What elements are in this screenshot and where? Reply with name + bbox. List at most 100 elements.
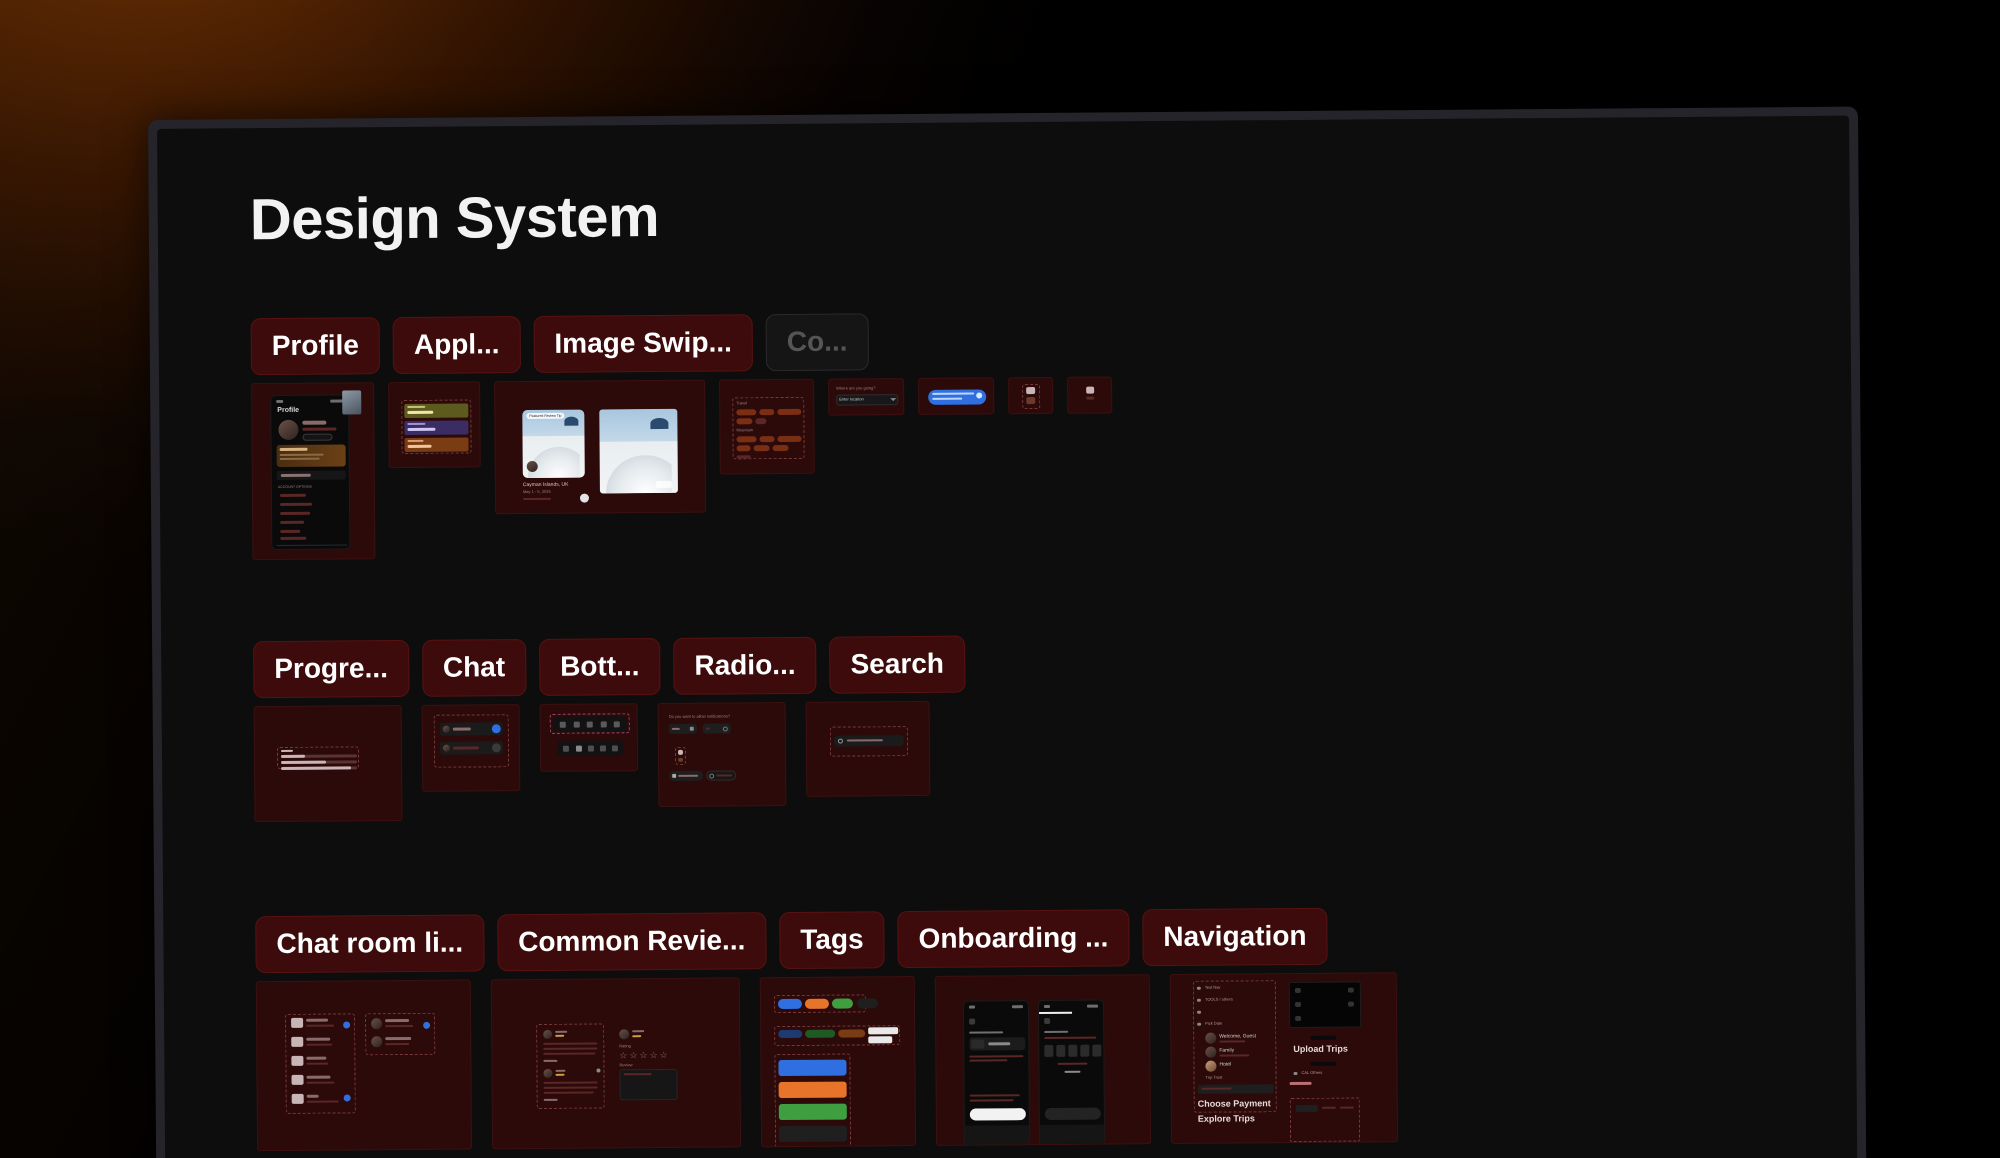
thumb-profile-screen[interactable]: Profile ACCOUNT OPTIONS — [251, 382, 376, 561]
chip-profile[interactable]: Profile — [250, 317, 381, 376]
chip-item[interactable] — [736, 418, 753, 425]
nav-icon[interactable] — [613, 721, 620, 728]
chip-item[interactable] — [777, 409, 802, 416]
button-primary[interactable] — [778, 1059, 847, 1077]
button-disabled — [778, 1125, 848, 1143]
chip-item[interactable] — [759, 436, 775, 443]
chip-item[interactable] — [759, 409, 775, 416]
thumb-review-cards[interactable]: Rating ☆☆☆☆☆ Review — [490, 977, 742, 1150]
phone-mock-profile: Profile ACCOUNT OPTIONS — [270, 394, 351, 551]
chip-common-review[interactable]: Common Revie... — [496, 912, 767, 972]
thumb-dropdown[interactable]: Where are you going? Enter location — [828, 378, 905, 417]
section-row-1: Profile Appl... Image Swip... Co... Prof… — [250, 311, 1114, 561]
keypad[interactable] — [1039, 1124, 1106, 1147]
back-icon[interactable] — [969, 1018, 976, 1025]
phone-mock-onboarding-1 — [962, 1000, 1031, 1147]
nav-item-label: Hotel — [1219, 1061, 1232, 1069]
nav-item-label: TOOLS / others — [1204, 996, 1233, 1003]
chip-search[interactable]: Search — [829, 635, 966, 695]
profile-avatar — [278, 420, 299, 441]
nav-icon[interactable] — [573, 722, 580, 729]
phone-mock-onboarding-2 — [1037, 999, 1106, 1147]
thumb-chat-rows[interactable] — [421, 704, 521, 793]
chip-label: Radio... — [694, 648, 796, 681]
chip-bottom-nav[interactable]: Bott... — [538, 637, 661, 697]
tag-chip-green[interactable] — [831, 998, 854, 1010]
chip-label: Tags — [800, 923, 864, 955]
chip-tags[interactable]: Tags — [779, 911, 885, 970]
star-rating[interactable]: ☆☆☆☆☆ — [619, 1050, 669, 1061]
chevron-down-icon[interactable] — [890, 398, 897, 402]
thumb-mini-a[interactable] — [1008, 377, 1054, 415]
thumb-radio-group[interactable]: Do you want to allow notifications? — [657, 702, 787, 808]
nav-icon[interactable] — [600, 721, 607, 728]
thumb-navigation[interactable]: Test Nav TOOLS / others Pick Date Welcom… — [1169, 972, 1399, 1145]
chip-item[interactable] — [736, 445, 751, 452]
chip-progress[interactable]: Progre... — [253, 639, 410, 699]
dropdown-label: Where are you going? — [836, 385, 876, 391]
otp-box[interactable] — [1080, 1045, 1090, 1058]
button-secondary[interactable] — [778, 1081, 847, 1099]
otp-box[interactable] — [1068, 1045, 1078, 1058]
thumb-bottom-nav[interactable] — [539, 703, 639, 773]
thumb-tags[interactable] — [759, 976, 917, 1148]
continue-button[interactable] — [969, 1108, 1026, 1121]
chip-label: Common Revie... — [518, 924, 746, 958]
rating-label: Rating — [619, 1043, 631, 1049]
nav-icon[interactable] — [575, 746, 582, 753]
chip-appl[interactable]: Appl... — [392, 316, 521, 375]
nav-icon[interactable] — [611, 745, 618, 752]
tag-chip-blue[interactable] — [777, 999, 803, 1010]
nav-icon[interactable] — [559, 722, 566, 729]
nav-tab[interactable] — [1295, 1105, 1318, 1113]
chip-chat[interactable]: Chat — [421, 639, 527, 698]
chip-image-swipe[interactable]: Image Swip... — [533, 314, 754, 374]
nav-item-label: Pick Date — [1205, 1020, 1223, 1027]
thumb-image-swipe[interactable]: Featured Review Tip Cayman Islands, UK M… — [494, 380, 707, 515]
otp-box[interactable] — [1044, 1045, 1054, 1058]
thumb-message-bubble[interactable] — [918, 377, 995, 416]
chip-chat-room-list[interactable]: Chat room li... — [255, 914, 485, 974]
nav-icon[interactable] — [599, 745, 606, 752]
verify-button[interactable] — [1044, 1107, 1101, 1121]
thumb-mini-b[interactable] — [1067, 376, 1113, 415]
tag-chip[interactable] — [805, 1030, 836, 1039]
country-code[interactable] — [971, 1039, 985, 1049]
nav-icon[interactable] — [562, 746, 569, 753]
review-field-label: Review — [619, 1062, 633, 1068]
tag-chip-orange[interactable] — [804, 999, 830, 1010]
chip-item[interactable] — [755, 418, 767, 425]
chip-item[interactable] — [736, 436, 757, 443]
back-icon[interactable] — [1044, 1018, 1051, 1025]
thumb-progress-bars[interactable] — [253, 705, 403, 823]
arrow-icon — [1293, 1072, 1298, 1076]
chip-onboarding[interactable]: Onboarding ... — [897, 909, 1130, 969]
tag-chip-light[interactable] — [868, 1036, 893, 1044]
chip-radio[interactable]: Radio... — [673, 636, 817, 696]
tag-chip-light[interactable] — [868, 1027, 899, 1035]
keypad[interactable] — [964, 1125, 1031, 1147]
swipe-next-button[interactable] — [579, 493, 590, 504]
button-tertiary[interactable] — [778, 1103, 847, 1121]
chip-item[interactable] — [772, 445, 789, 452]
chip-item[interactable] — [753, 445, 770, 452]
thumb-chips-card[interactable]: Travel Mountain — [719, 379, 815, 475]
thumb-onboarding[interactable] — [934, 974, 1152, 1147]
chip-navigation[interactable]: Navigation — [1142, 907, 1328, 967]
chip-item[interactable] — [736, 409, 757, 416]
nav-icon[interactable] — [586, 721, 593, 728]
page-title: Design System — [249, 183, 660, 253]
tag-chip[interactable] — [778, 1030, 803, 1039]
chip-co[interactable]: Co... — [765, 313, 869, 372]
chip-label: Chat — [442, 651, 506, 683]
thumb-apply-cards[interactable] — [388, 381, 481, 469]
tag-chip[interactable] — [838, 1029, 866, 1038]
chip-item[interactable] — [777, 436, 802, 443]
otp-box[interactable] — [1092, 1044, 1102, 1058]
thumb-search-bar[interactable] — [805, 701, 931, 798]
design-canvas[interactable]: Design System Profile Appl... Image Swip… — [157, 115, 1858, 1158]
nav-icon[interactable] — [587, 745, 594, 752]
otp-box[interactable] — [1056, 1045, 1066, 1058]
thumb-chat-room-list[interactable] — [255, 979, 473, 1152]
tag-chip-dark[interactable] — [856, 998, 879, 1009]
